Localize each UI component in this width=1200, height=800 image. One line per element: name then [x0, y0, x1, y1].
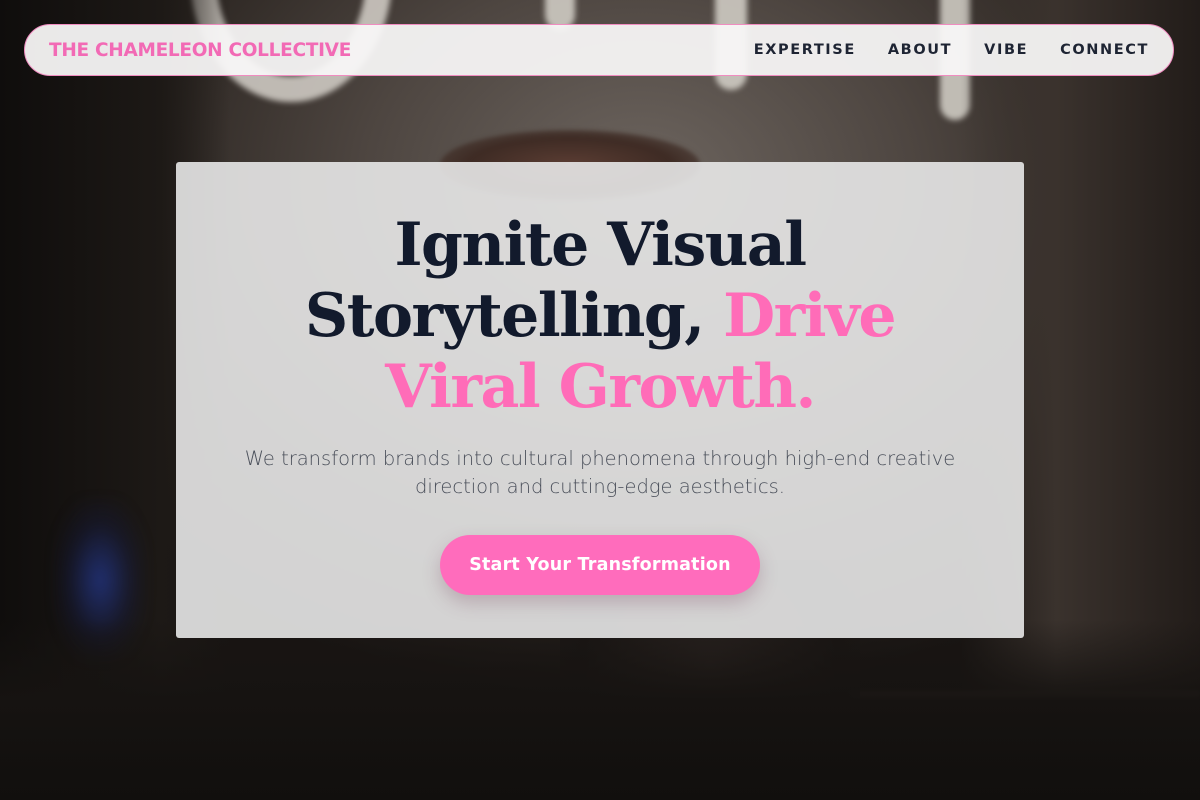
nav-links: EXPERTISE ABOUT VIBE CONNECT [722, 42, 1149, 58]
background-floor [0, 620, 1200, 800]
brand-logo-link[interactable]: THE CHAMELEON COLLECTIVE [49, 40, 351, 61]
nav-link-vibe[interactable]: VIBE [984, 42, 1028, 58]
hero-headline: Ignite Visual Storytelling, Drive Viral … [220, 210, 980, 423]
nav-link-connect[interactable]: CONNECT [1060, 42, 1149, 58]
top-navigation-bar: THE CHAMELEON COLLECTIVE EXPERTISE ABOUT… [24, 24, 1174, 76]
start-transformation-button[interactable]: Start Your Transformation [440, 535, 760, 595]
nav-link-expertise[interactable]: EXPERTISE [754, 42, 856, 58]
nav-link-about[interactable]: ABOUT [888, 42, 952, 58]
hero-card: Ignite Visual Storytelling, Drive Viral … [176, 162, 1024, 638]
hero-subtext: We transform brands into cultural phenom… [244, 447, 956, 498]
